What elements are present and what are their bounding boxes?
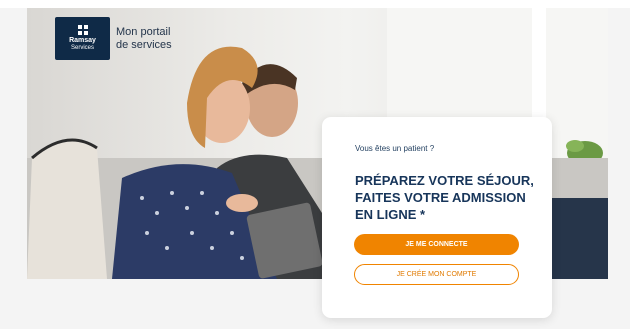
- logo-mark-icon: [77, 25, 88, 35]
- ramsay-logo[interactable]: Ramsay Services: [55, 17, 110, 60]
- login-button[interactable]: JE ME CONNECTE: [354, 234, 519, 255]
- admission-card: Vous êtes un patient ? PRÉPAREZ VOTRE SÉ…: [322, 117, 552, 318]
- top-band: [0, 0, 630, 8]
- logo-name: Ramsay: [69, 37, 96, 44]
- logo-subtitle: Services: [70, 45, 94, 51]
- patient-question: Vous êtes un patient ?: [355, 144, 435, 153]
- card-heading: PRÉPAREZ VOTRE SÉJOUR, FAITES VOTRE ADMI…: [355, 173, 534, 222]
- portal-title: Mon portail de services: [116, 26, 172, 51]
- create-account-button[interactable]: JE CRÉE MON COMPTE: [354, 264, 519, 285]
